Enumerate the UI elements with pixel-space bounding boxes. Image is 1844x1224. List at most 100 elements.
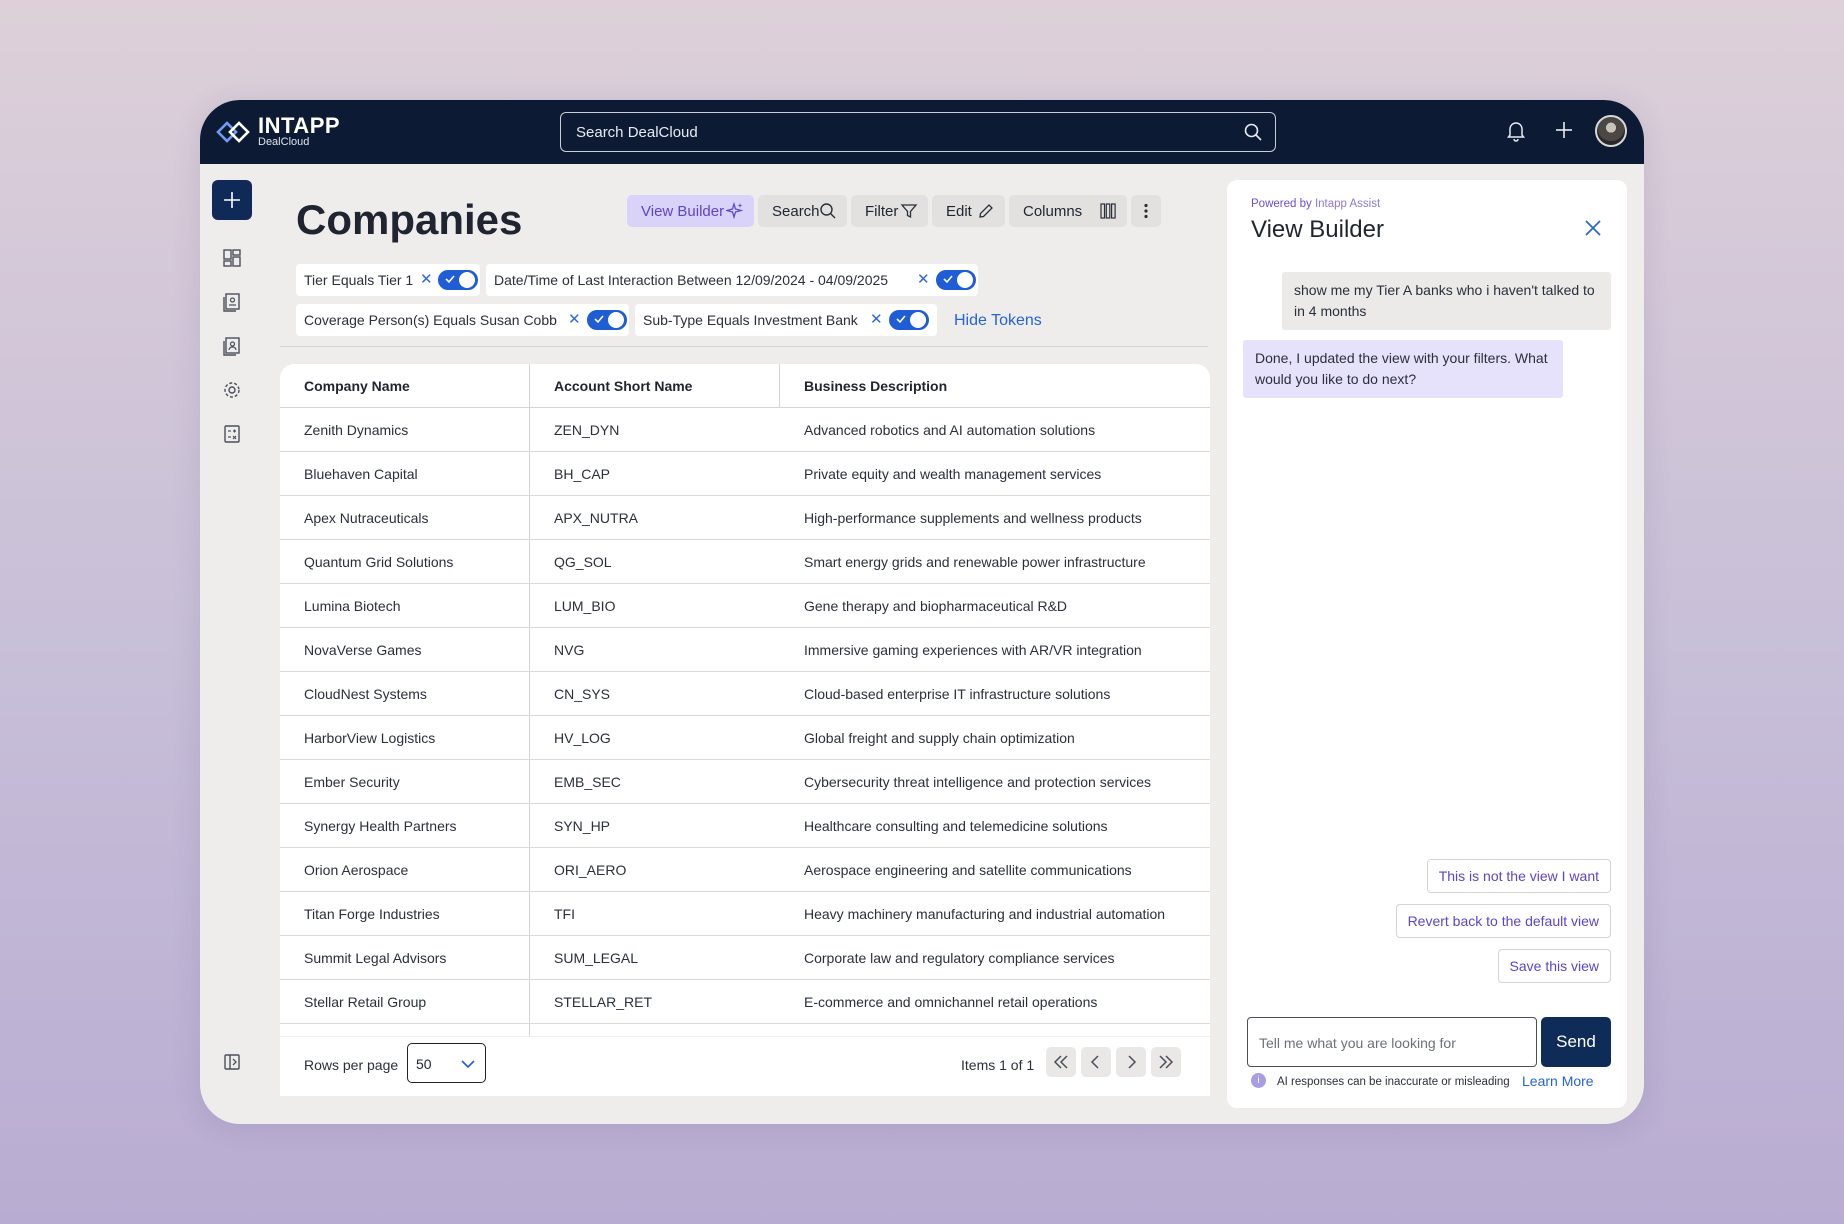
user-avatar[interactable]	[1595, 115, 1627, 147]
business-description-cell: E-commerce and omnichannel retail operat…	[804, 994, 1098, 1010]
rows-per-page-select[interactable]: 50	[407, 1043, 486, 1083]
powered-by-label: Powered by Intapp Assist	[1251, 198, 1381, 210]
close-icon[interactable]	[1583, 218, 1603, 243]
filter-button-label: Filter	[865, 202, 899, 220]
send-button[interactable]: Send	[1541, 1017, 1611, 1067]
company-name-cell: Summit Legal Advisors	[304, 950, 447, 966]
intapp-logo-icon	[216, 121, 250, 143]
table-row[interactable]: Zenith Dynamics ZEN_DYN Advanced robotics …	[280, 408, 1210, 452]
token-toggle[interactable]	[889, 310, 929, 330]
remove-token-icon[interactable]: ✕	[568, 310, 581, 328]
column-header-business-description[interactable]: Business Description	[804, 378, 947, 394]
search-icon[interactable]	[1243, 122, 1263, 146]
rows-per-page-label: Rows per page	[304, 1057, 399, 1073]
remove-token-icon[interactable]: ✕	[420, 270, 433, 288]
business-description-cell: Global freight and supply chain optimiza…	[804, 730, 1075, 746]
records-icon[interactable]	[222, 292, 242, 312]
filter-token: Sub-Type Equals Investment Bank ✕	[635, 304, 937, 336]
column-header-account-short-name[interactable]: Account Short Name	[554, 378, 692, 394]
hide-tokens-link[interactable]: Hide Tokens	[954, 312, 1042, 330]
table-row[interactable]: Orion Aerospace ORI_AERO Aerospace enginee…	[280, 848, 1210, 892]
global-search-placeholder: Search DealCloud	[576, 123, 698, 141]
contacts-icon[interactable]	[222, 336, 242, 356]
token-toggle[interactable]	[438, 270, 478, 290]
business-description-cell: High-performance supplements and wellnes…	[804, 510, 1142, 526]
view-builder-button[interactable]: View Builder	[627, 195, 754, 227]
company-name-cell: Bluehaven Capital	[304, 466, 418, 482]
table-row[interactable]: Apex Nutraceuticals APX_NUTRA High-perform…	[280, 496, 1210, 540]
bell-icon[interactable]	[1506, 120, 1526, 147]
account-short-name-cell: HV_LOG	[554, 730, 611, 746]
dashboard-icon[interactable]	[222, 248, 242, 268]
table-row[interactable]: Bluehaven Capital BH_CAP Private equity an…	[280, 452, 1210, 496]
table-row[interactable]: CloudNest Systems CN_SYS Cloud-based enter…	[280, 672, 1210, 716]
account-short-name-cell: ZEN_DYN	[554, 422, 620, 438]
suggestion-revert-default-button[interactable]: Revert back to the default view	[1395, 904, 1611, 938]
edit-button[interactable]: Edit	[932, 195, 1005, 227]
create-new-button[interactable]	[212, 180, 252, 220]
token-toggle[interactable]	[936, 270, 976, 290]
table-row[interactable]: NovaVerse Games NVG Immersive gaming exper…	[280, 628, 1210, 672]
company-name-cell: NovaVerse Games	[304, 642, 422, 658]
table-row[interactable]: Quantum Grid Solutions QG_SOL Smart energy…	[280, 540, 1210, 584]
filter-button[interactable]: Filter	[851, 195, 928, 227]
learn-more-link[interactable]: Learn More	[1522, 1073, 1594, 1089]
business-description-cell: Gene therapy and biopharmaceutical R&D	[804, 598, 1068, 614]
account-short-name-cell: NVG	[554, 642, 585, 658]
table-row[interactable]: Synergy Health Partners SYN_HP Healthcare …	[280, 804, 1210, 848]
account-short-name-cell: LUM_BIO	[554, 598, 616, 614]
previous-page-button[interactable]	[1081, 1047, 1111, 1077]
expand-panel-icon[interactable]	[222, 1052, 242, 1072]
plus-icon	[224, 192, 240, 208]
calculator-icon[interactable]	[222, 424, 242, 444]
top-bar: INTAPP DealCloud Search DealCloud	[200, 100, 1644, 164]
company-name-cell: Synergy Health Partners	[304, 818, 457, 834]
table-row[interactable]: Lumina Biotech LUM_BIO Gene therapy and bi…	[280, 584, 1210, 628]
kebab-menu-icon	[1144, 203, 1148, 219]
intapp-logo[interactable]: INTAPP DealCloud	[216, 113, 341, 148]
business-description-cell: Private equity and wealth management ser…	[804, 466, 1102, 482]
business-description-cell: Corporate law and regulatory compliance …	[804, 950, 1115, 966]
left-sidebar	[200, 164, 264, 1124]
more-options-button[interactable]	[1131, 195, 1161, 227]
table-header: Company Name Account Short Name Business…	[280, 364, 1210, 408]
company-name-cell: Lumina Biotech	[304, 598, 401, 614]
company-name-cell: Quantum Grid Solutions	[304, 554, 454, 570]
token-label: Tier Equals Tier 1	[304, 272, 414, 288]
column-divider	[779, 364, 780, 408]
business-description-cell: Smart energy grids and renewable power i…	[804, 554, 1146, 570]
suggestion-save-view-button[interactable]: Save this view	[1497, 949, 1611, 983]
chat-input-placeholder: Tell me what you are looking for	[1259, 1035, 1456, 1051]
business-description-cell: Cloud-based enterprise IT infrastructure…	[804, 686, 1111, 702]
remove-token-icon[interactable]: ✕	[870, 310, 883, 328]
search-icon	[820, 203, 836, 219]
table-row[interactable]: Summit Legal Advisors SUM_LEGAL Corporate …	[280, 936, 1210, 980]
table-row[interactable]: Stellar Retail Group STELLAR_RET E-commerc…	[280, 980, 1210, 1024]
last-page-button[interactable]	[1151, 1047, 1181, 1077]
account-short-name-cell: BH_CAP	[554, 466, 611, 482]
table-row[interactable]: HarborView Logistics HV_LOG Global freight…	[280, 716, 1210, 760]
table-row[interactable]: Titan Forge Industries TFI Heavy machinery…	[280, 892, 1210, 936]
company-name-cell: CloudNest Systems	[304, 686, 427, 702]
global-search-input[interactable]: Search DealCloud	[560, 112, 1276, 152]
rows-per-page-value: 50	[416, 1056, 432, 1072]
account-short-name-cell: SYN_HP	[554, 818, 611, 834]
chat-input[interactable]: Tell me what you are looking for	[1247, 1017, 1537, 1067]
logo-main-text: INTAPP	[258, 113, 341, 138]
gear-icon[interactable]	[222, 380, 242, 400]
assistant-message: Done, I updated the view with your filte…	[1243, 340, 1563, 398]
remove-token-icon[interactable]: ✕	[917, 270, 930, 288]
columns-button[interactable]: Columns	[1009, 195, 1127, 227]
table-row[interactable]: Ember Security EMB_SEC Cybersecurity threa…	[280, 760, 1210, 804]
edit-button-label: Edit	[946, 202, 972, 220]
business-description-cell: Advanced robotics and AI automation solu…	[804, 422, 1096, 438]
column-header-company-name[interactable]: Company Name	[304, 378, 410, 394]
suggestion-not-the-view-button[interactable]: This is not the view I want	[1426, 859, 1611, 893]
search-button[interactable]: Search	[758, 195, 847, 227]
plus-icon[interactable]	[1554, 120, 1574, 145]
first-page-button[interactable]	[1046, 1047, 1076, 1077]
company-name-cell: Ember Security	[304, 774, 400, 790]
token-toggle[interactable]	[587, 310, 627, 330]
filter-token: Coverage Person(s) Equals Susan Cobb ✕	[296, 304, 629, 336]
next-page-button[interactable]	[1116, 1047, 1146, 1077]
